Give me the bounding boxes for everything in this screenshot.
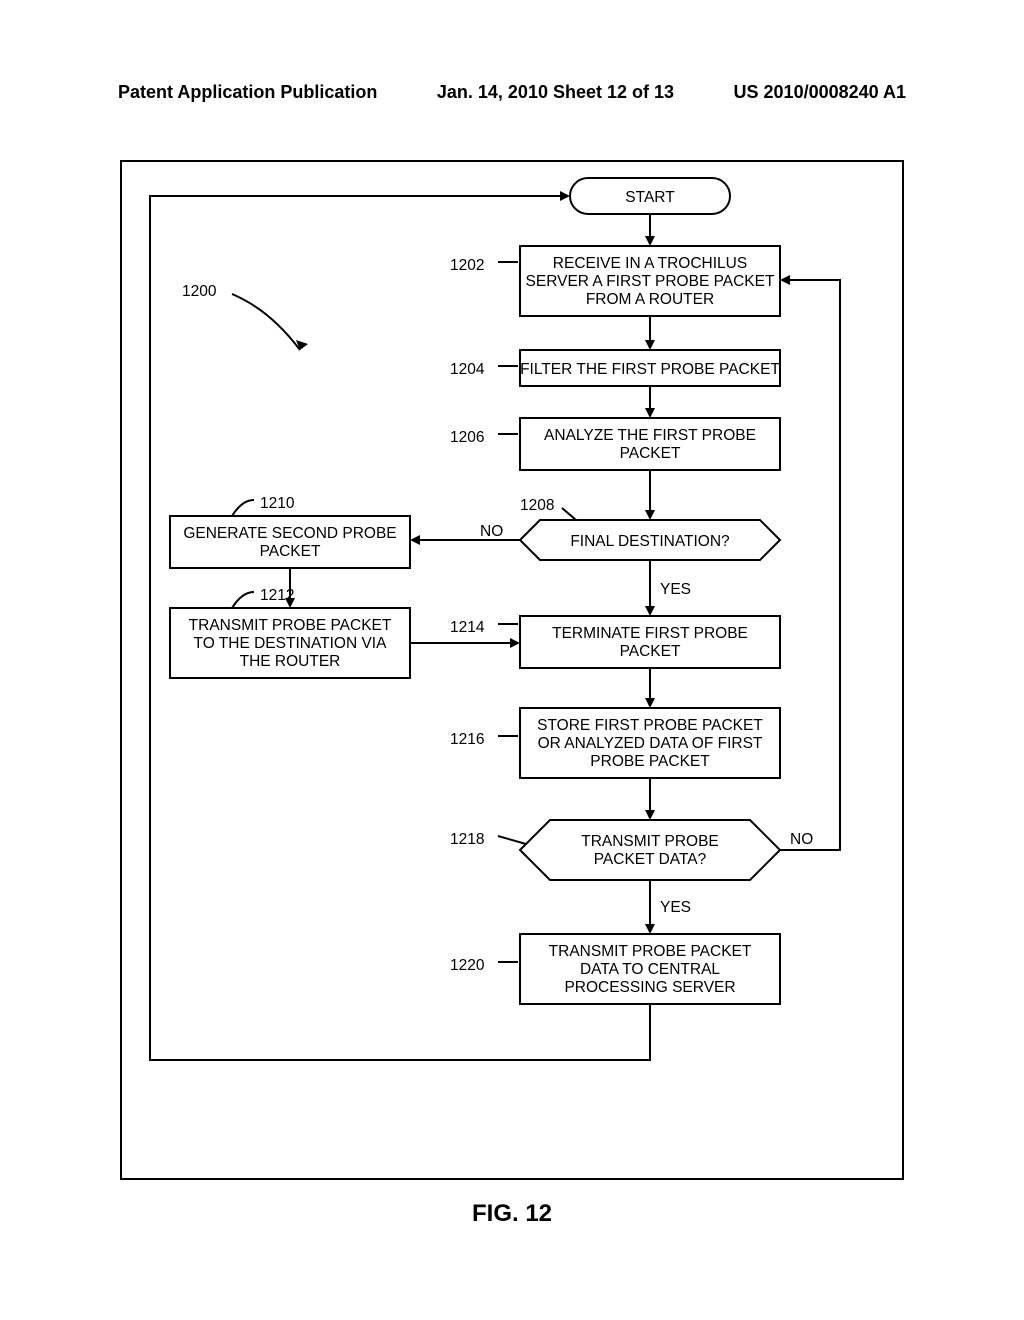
ref-1212: 1212: [260, 587, 294, 604]
svg-text:THE ROUTER: THE ROUTER: [240, 653, 341, 670]
start-terminator: START: [570, 178, 730, 214]
ref-1220: 1220: [450, 957, 485, 974]
svg-text:PACKET: PACKET: [620, 643, 681, 660]
label-no-1208: NO: [480, 523, 503, 540]
header-left: Patent Application Publication: [118, 82, 377, 103]
ref-1208: 1208: [520, 497, 554, 514]
ref-1208-leader: [562, 508, 576, 520]
svg-text:SERVER A FIRST PROBE PACKET: SERVER A FIRST PROBE PACKET: [526, 273, 775, 290]
page-header: Patent Application Publication Jan. 14, …: [0, 82, 1024, 103]
header-right: US 2010/0008240 A1: [734, 82, 906, 103]
label-yes-1208: YES: [660, 581, 691, 598]
label-yes-1218: YES: [660, 899, 691, 916]
figure-caption: FIG. 12: [0, 1200, 1024, 1228]
ref-1212-leader: [232, 592, 254, 608]
ref-1214: 1214: [450, 619, 485, 636]
ref-1200-leader: [232, 294, 300, 350]
svg-text:STORE FIRST PROBE PACKET: STORE FIRST PROBE PACKET: [537, 717, 763, 734]
svg-text:PACKET DATA?: PACKET DATA?: [594, 851, 707, 868]
svg-text:PROBE PACKET: PROBE PACKET: [590, 753, 710, 770]
svg-text:GENERATE SECOND PROBE: GENERATE SECOND PROBE: [183, 525, 396, 542]
svg-text:FROM A ROUTER: FROM A ROUTER: [586, 291, 714, 308]
flowchart: START RECEIVE IN A TROCHILUS SERVER A FI…: [120, 160, 904, 1180]
box-1214: TERMINATE FIRST PROBE PACKET: [520, 616, 780, 668]
header-center: Jan. 14, 2010 Sheet 12 of 13: [437, 82, 674, 103]
svg-text:PROCESSING SERVER: PROCESSING SERVER: [564, 979, 735, 996]
box-1220: TRANSMIT PROBE PACKET DATA TO CENTRAL PR…: [520, 934, 780, 1004]
decision-1208: FINAL DESTINATION?: [520, 520, 780, 560]
svg-text:FINAL DESTINATION?: FINAL DESTINATION?: [570, 533, 730, 550]
svg-text:TRANSMIT PROBE: TRANSMIT PROBE: [581, 833, 719, 850]
arrow-1218-no-loop: [780, 280, 840, 850]
svg-text:PACKET: PACKET: [620, 445, 681, 462]
box-1212: TRANSMIT PROBE PACKET TO THE DESTINATION…: [170, 608, 410, 678]
svg-text:FILTER THE FIRST PROBE PACKET: FILTER THE FIRST PROBE PACKET: [520, 361, 780, 378]
box-1202: RECEIVE IN A TROCHILUS SERVER A FIRST PR…: [520, 246, 780, 316]
box-1206: ANALYZE THE FIRST PROBE PACKET: [520, 418, 780, 470]
label-no-1218: NO: [790, 831, 813, 848]
ref-1206: 1206: [450, 429, 484, 446]
ref-1218: 1218: [450, 831, 484, 848]
page: Patent Application Publication Jan. 14, …: [0, 0, 1024, 1320]
svg-text:ANALYZE THE FIRST PROBE: ANALYZE THE FIRST PROBE: [544, 427, 756, 444]
ref-1200: 1200: [182, 283, 217, 300]
svg-text:PACKET: PACKET: [260, 543, 321, 560]
box-1216: STORE FIRST PROBE PACKET OR ANALYZED DAT…: [520, 708, 780, 778]
ref-1204: 1204: [450, 361, 485, 378]
svg-text:OR ANALYZED DATA OF FIRST: OR ANALYZED DATA OF FIRST: [538, 735, 763, 752]
svg-text:START: START: [625, 189, 675, 206]
svg-text:TRANSMIT PROBE PACKET: TRANSMIT PROBE PACKET: [189, 617, 392, 634]
svg-text:RECEIVE IN A TROCHILUS: RECEIVE IN A TROCHILUS: [553, 255, 747, 272]
box-1210: GENERATE SECOND PROBE PACKET: [170, 516, 410, 568]
ref-1216: 1216: [450, 731, 484, 748]
ref-1218-leader: [498, 836, 526, 844]
ref-1202: 1202: [450, 257, 484, 274]
svg-text:TO THE DESTINATION VIA: TO THE DESTINATION VIA: [194, 635, 388, 652]
box-1204: FILTER THE FIRST PROBE PACKET: [520, 350, 780, 386]
ref-1210-leader: [232, 500, 254, 516]
ref-1210: 1210: [260, 495, 295, 512]
svg-text:DATA TO CENTRAL: DATA TO CENTRAL: [580, 961, 720, 978]
svg-text:TRANSMIT PROBE PACKET: TRANSMIT PROBE PACKET: [549, 943, 752, 960]
decision-1218: TRANSMIT PROBE PACKET DATA?: [520, 820, 780, 880]
svg-text:TERMINATE FIRST PROBE: TERMINATE FIRST PROBE: [552, 625, 748, 642]
